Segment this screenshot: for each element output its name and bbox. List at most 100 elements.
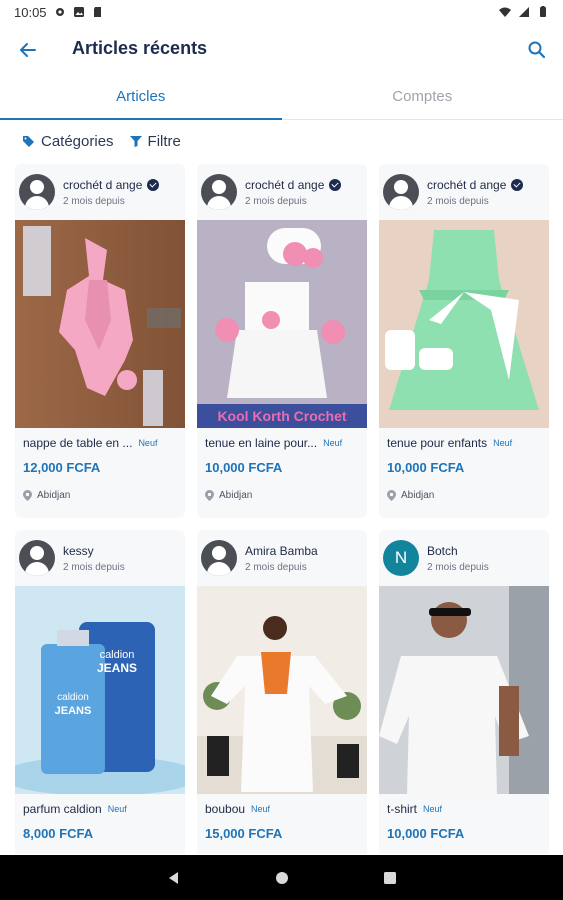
posted-time: 2 mois depuis bbox=[245, 562, 307, 573]
condition-badge: Neuf bbox=[423, 804, 443, 814]
categories-button[interactable]: Catégories bbox=[22, 133, 114, 150]
tab-comptes[interactable]: Comptes bbox=[282, 76, 563, 119]
filter-button[interactable]: Filtre bbox=[129, 132, 181, 150]
location-pin-icon bbox=[23, 490, 32, 501]
product-location: Abidjan bbox=[205, 490, 252, 501]
seller-name: crochét d ange bbox=[63, 178, 143, 192]
product-card[interactable]: Amira Bamba 2 mois depuis boubou Neuf 15,… bbox=[197, 530, 367, 854]
perfume-line-text: JEANS bbox=[97, 661, 137, 675]
tab-bar: Articles Comptes bbox=[0, 76, 563, 120]
search-button[interactable] bbox=[523, 36, 551, 64]
default-avatar-icon bbox=[201, 174, 237, 210]
verified-icon bbox=[511, 179, 524, 191]
location-text: Abidjan bbox=[37, 490, 71, 501]
posted-time: 2 mois depuis bbox=[427, 196, 489, 207]
status-bar: 10:05 bbox=[0, 0, 563, 24]
product-card[interactable]: crochét d ange 2 mois depuis Kool Korth … bbox=[197, 164, 367, 518]
seller-header: crochét d ange 2 mois depuis bbox=[15, 164, 185, 220]
perfume-brand-text: caldion bbox=[100, 649, 135, 661]
verified-icon bbox=[147, 179, 160, 191]
bottle-line-text: JEANS bbox=[55, 705, 92, 717]
default-avatar-icon bbox=[383, 174, 419, 210]
nav-home-icon[interactable] bbox=[274, 870, 290, 886]
condition-badge: Neuf bbox=[493, 438, 513, 448]
product-title: boubou bbox=[205, 802, 246, 816]
product-card[interactable]: N Botch 2 mois depuis t-shirt Neuf 10,000… bbox=[379, 530, 549, 854]
location-text: Abidjan bbox=[401, 490, 435, 501]
default-avatar-icon bbox=[19, 174, 55, 210]
product-photo bbox=[15, 220, 185, 428]
system-navigation-bar bbox=[0, 855, 563, 900]
back-button[interactable] bbox=[14, 36, 42, 64]
product-photo bbox=[379, 220, 549, 428]
product-price: 10,000 FCFA bbox=[387, 460, 465, 475]
product-price: 10,000 FCFA bbox=[387, 826, 465, 841]
product-title: tenue en laine pour... bbox=[205, 436, 318, 450]
product-price: 12,000 FCFA bbox=[23, 460, 101, 475]
seller-name: crochét d ange bbox=[245, 178, 325, 192]
seller-name: kessy bbox=[63, 544, 94, 558]
nav-back-icon[interactable] bbox=[166, 870, 182, 886]
product-price: 8,000 FCFA bbox=[23, 826, 94, 841]
filter-label: Filtre bbox=[147, 132, 181, 150]
verified-icon bbox=[329, 179, 342, 191]
seller-name: Botch bbox=[427, 544, 458, 558]
funnel-icon bbox=[129, 136, 142, 147]
product-title: parfum caldion bbox=[23, 802, 102, 816]
seller-header: crochét d ange 2 mois depuis bbox=[379, 164, 549, 220]
condition-badge: Neuf bbox=[138, 438, 158, 448]
condition-badge: Neuf bbox=[323, 438, 343, 448]
tag-icon bbox=[23, 135, 34, 147]
product-title: nappe de table en ... bbox=[23, 436, 133, 450]
page-title: Articles récents bbox=[72, 38, 208, 58]
posted-time: 2 mois depuis bbox=[63, 562, 125, 573]
default-avatar-icon bbox=[19, 540, 55, 576]
image-notification-icon bbox=[73, 7, 84, 17]
bottle-brand-text: caldion bbox=[57, 692, 89, 703]
product-card[interactable]: kessy 2 mois depuis caldion JEANS caldio… bbox=[15, 530, 185, 854]
product-price: 15,000 FCFA bbox=[205, 826, 283, 841]
product-photo: Kool Korth Crochet bbox=[197, 220, 367, 428]
wifi-icon bbox=[499, 7, 511, 17]
tab-articles[interactable]: Articles bbox=[0, 76, 282, 120]
product-location: Abidjan bbox=[23, 490, 70, 501]
product-photo: caldion JEANS caldion JEANS bbox=[15, 586, 185, 794]
search-icon bbox=[528, 41, 546, 59]
avatar-letter: N bbox=[383, 540, 419, 576]
seller-header: N Botch 2 mois depuis bbox=[379, 530, 549, 586]
nav-recents-icon[interactable] bbox=[382, 870, 398, 886]
filter-bar: Catégories Filtre bbox=[0, 120, 563, 162]
arrow-left-icon bbox=[20, 43, 36, 57]
posted-time: 2 mois depuis bbox=[427, 562, 489, 573]
seller-name: crochét d ange bbox=[427, 178, 507, 192]
product-title: tenue pour enfants bbox=[387, 436, 488, 450]
location-pin-icon bbox=[387, 490, 396, 501]
product-photo bbox=[197, 586, 367, 794]
location-text: Abidjan bbox=[219, 490, 253, 501]
sd-card-icon bbox=[93, 7, 101, 17]
seller-header: kessy 2 mois depuis bbox=[15, 530, 185, 586]
seller-name: Amira Bamba bbox=[245, 544, 318, 558]
settings-icon bbox=[55, 8, 64, 16]
condition-badge: Neuf bbox=[251, 804, 271, 814]
condition-badge: Neuf bbox=[107, 804, 127, 814]
posted-time: 2 mois depuis bbox=[245, 196, 307, 207]
categories-label: Catégories bbox=[41, 132, 114, 150]
status-time: 10:05 bbox=[14, 4, 47, 20]
product-photo bbox=[379, 586, 549, 794]
photo-banner-text: Kool Korth Crochet bbox=[217, 408, 346, 424]
product-card[interactable]: crochét d ange 2 mois depuis nappe de ta… bbox=[15, 164, 185, 518]
posted-time: 2 mois depuis bbox=[63, 196, 125, 207]
product-title: t-shirt bbox=[387, 802, 417, 816]
seller-header: Amira Bamba 2 mois depuis bbox=[197, 530, 367, 586]
app-bar: Articles récents bbox=[0, 24, 563, 76]
product-card[interactable]: crochét d ange 2 mois depuis tenue pour … bbox=[379, 164, 549, 518]
seller-header: crochét d ange 2 mois depuis bbox=[197, 164, 367, 220]
signal-icon bbox=[519, 7, 529, 17]
product-grid: crochét d ange 2 mois depuis nappe de ta… bbox=[0, 164, 563, 854]
default-avatar-icon bbox=[201, 540, 237, 576]
product-location: Abidjan bbox=[387, 490, 434, 501]
battery-icon bbox=[540, 6, 546, 17]
product-price: 10,000 FCFA bbox=[205, 460, 283, 475]
location-pin-icon bbox=[205, 490, 214, 501]
